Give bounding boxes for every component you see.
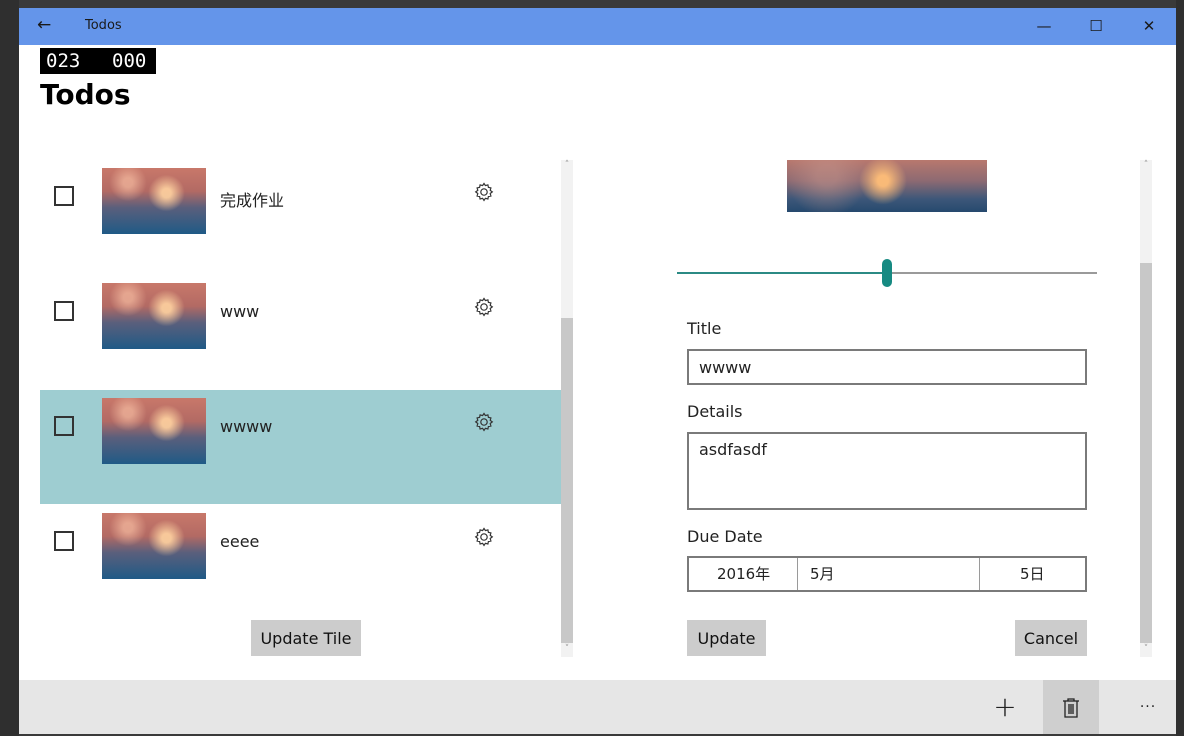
todo-thumbnail: [102, 168, 206, 234]
due-date-year[interactable]: 2016年: [717, 558, 770, 590]
due-date-month[interactable]: 5月: [810, 558, 835, 590]
details-label: Details: [687, 402, 743, 421]
list-scroll-down-icon[interactable]: ˅: [561, 644, 573, 654]
window-title: Todos: [85, 18, 122, 33]
gear-icon[interactable]: [472, 525, 496, 549]
details-textarea[interactable]: asdfasdf: [687, 432, 1087, 510]
slider-track-empty[interactable]: [887, 272, 1097, 274]
slider-track-filled[interactable]: [677, 272, 887, 274]
command-bar: + ···: [19, 680, 1176, 734]
todo-item-selected[interactable]: wwww: [40, 390, 561, 504]
trash-icon: [1063, 697, 1079, 718]
due-date-day[interactable]: 5日: [1020, 558, 1045, 590]
todo-thumbnail: [102, 283, 206, 349]
todo-thumbnail: [102, 398, 206, 464]
due-date-picker[interactable]: 2016年 5月 5日: [687, 556, 1087, 592]
todo-thumbnail: [102, 513, 206, 579]
page-title: Todos: [40, 78, 131, 111]
todo-title: wwww: [220, 417, 273, 436]
todo-item[interactable]: www: [40, 275, 561, 389]
desktop-left-edge: [0, 0, 19, 736]
gear-icon[interactable]: [472, 295, 496, 319]
todo-checkbox[interactable]: [54, 416, 74, 436]
minimize-icon[interactable]: —: [1024, 14, 1064, 38]
list-scrollbar-thumb[interactable]: [561, 318, 573, 643]
todo-checkbox[interactable]: [54, 186, 74, 206]
todo-item[interactable]: eeee: [40, 505, 561, 619]
gear-icon[interactable]: [472, 410, 496, 434]
frame-counter: 023 000: [40, 48, 156, 74]
detail-scroll-up-icon[interactable]: ˄: [1140, 160, 1152, 170]
todo-checkbox[interactable]: [54, 531, 74, 551]
delete-button[interactable]: [1043, 680, 1099, 734]
todo-title: 完成作业: [220, 191, 285, 210]
cancel-button[interactable]: Cancel: [1015, 620, 1087, 656]
title-label: Title: [687, 319, 722, 338]
gear-icon[interactable]: [472, 180, 496, 204]
detail-scroll-down-icon[interactable]: ˅: [1140, 644, 1152, 654]
title-bar: ← Todos — ☐ ✕: [19, 8, 1176, 45]
frame-counter-right: 000: [112, 50, 147, 72]
list-scroll-up-icon[interactable]: ˄: [561, 160, 573, 170]
todo-title: www: [220, 302, 260, 321]
title-input[interactable]: [687, 349, 1087, 385]
slider-thumb[interactable]: [882, 259, 892, 287]
frame-counter-left: 023: [46, 50, 81, 72]
detail-image[interactable]: [787, 160, 987, 212]
update-tile-button[interactable]: Update Tile: [251, 620, 361, 656]
app-window: ← Todos — ☐ ✕ 023 000 Todos 完成作业 www www…: [19, 8, 1176, 734]
maximize-icon[interactable]: ☐: [1076, 14, 1116, 38]
todo-title: eeee: [220, 532, 260, 551]
detail-scrollbar-thumb[interactable]: [1140, 263, 1152, 643]
todo-checkbox[interactable]: [54, 301, 74, 321]
back-arrow-icon[interactable]: ←: [37, 15, 51, 35]
add-icon[interactable]: +: [977, 680, 1033, 734]
more-options-icon[interactable]: ···: [1120, 680, 1176, 734]
update-button[interactable]: Update: [687, 620, 766, 656]
date-divider: [979, 558, 980, 590]
due-date-label: Due Date: [687, 527, 763, 546]
todo-item[interactable]: 完成作业: [40, 160, 561, 274]
close-icon[interactable]: ✕: [1129, 14, 1169, 38]
date-divider: [797, 558, 798, 590]
desktop-right-edge: [1176, 0, 1184, 736]
